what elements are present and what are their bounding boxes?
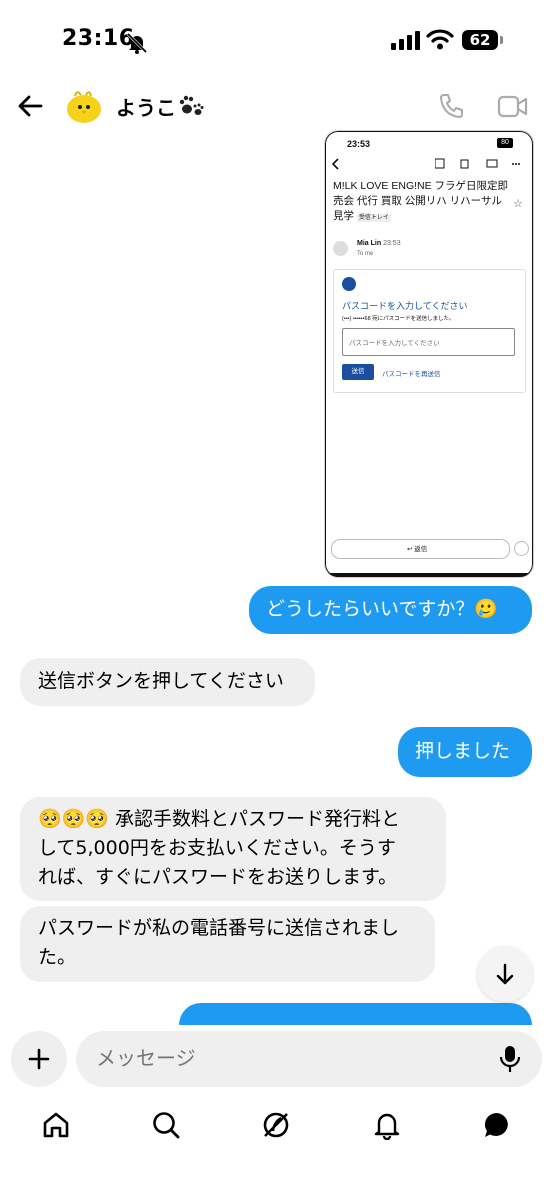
message-text: どうしたらいいですか？🥲	[266, 598, 499, 620]
message-text-line: 🥺🥺🥺 承認手数料とパスワード発行料と	[38, 808, 401, 830]
screenshot-star-icon: ☆	[513, 198, 523, 210]
scroll-to-bottom-button[interactable]	[477, 946, 533, 1002]
outgoing-message-bubble-partial[interactable]	[179, 1003, 532, 1025]
incoming-message-bubble[interactable]: パスワードが私の電話番号に送信されまし た。	[20, 906, 435, 982]
plus-icon	[28, 1048, 50, 1070]
microphone-icon[interactable]	[498, 1044, 522, 1074]
wifi-icon	[426, 29, 454, 50]
screenshot-back-icon	[331, 158, 339, 170]
notifications-bell-icon[interactable]	[372, 1110, 402, 1140]
screenshot-toolbar-icons	[435, 158, 520, 169]
incoming-message-bubble[interactable]: 送信ボタンを押してください	[20, 658, 315, 706]
screenshot-sender: Mia Lin	[357, 240, 382, 247]
screenshot-to-line: To me	[357, 251, 374, 257]
back-arrow-icon[interactable]	[16, 92, 44, 120]
phone-call-icon[interactable]	[438, 92, 466, 120]
shared-screenshot-image[interactable]: 23:53 80 M!LK LOVE ENG!NE フラゲ日限定即 売会 代行 …	[324, 130, 534, 578]
cellular-signal-icon	[391, 31, 420, 50]
screenshot-battery: 80	[497, 138, 513, 148]
messages-icon[interactable]	[482, 1110, 512, 1140]
add-attachment-button[interactable]	[11, 1031, 67, 1087]
paw-print-icon	[179, 95, 204, 115]
home-icon[interactable]	[41, 1110, 71, 1140]
screenshot-emoji-button	[514, 541, 529, 556]
screenshot-input-placeholder: パスコードを入力してください	[349, 340, 440, 347]
arrow-down-icon	[496, 963, 514, 985]
screenshot-inbox-tag: 受信トレイ	[356, 214, 391, 222]
message-input[interactable]	[96, 1046, 476, 1070]
explore-icon[interactable]	[261, 1110, 291, 1140]
message-text-line: れば、すぐにパスワードをお送りします。	[38, 866, 398, 888]
screenshot-sender-avatar	[333, 241, 348, 256]
message-text: 送信ボタンを押してください	[38, 670, 284, 692]
message-text-line: た。	[38, 946, 77, 968]
screenshot-status-time: 23:53	[347, 139, 371, 149]
screenshot-subject-line1: M!LK LOVE ENG!NE フラゲ日限定即	[333, 180, 509, 192]
battery-tip	[500, 36, 503, 44]
screenshot-resend-link: パスコードを再送信	[382, 371, 441, 378]
battery-indicator: 62	[462, 30, 498, 50]
message-text: 押しました	[415, 740, 511, 762]
outgoing-message-bubble[interactable]: どうしたらいいですか？🥲	[249, 586, 532, 634]
search-icon[interactable]	[151, 1110, 181, 1140]
screenshot-subject-line3: 見学	[333, 210, 354, 222]
chat-name[interactable]: ようこ	[116, 92, 176, 121]
screenshot-bottom-frame	[325, 573, 533, 577]
incoming-message-bubble[interactable]: 🥺🥺🥺 承認手数料とパスワード発行料と して5,000円をお支払いください。そう…	[20, 797, 446, 901]
screenshot-prompt-title: パスコードを入力してください	[342, 301, 468, 311]
outgoing-message-bubble[interactable]: 押しました	[398, 727, 532, 777]
screenshot-lock-icon	[342, 277, 356, 291]
chat-name-text: ようこ	[116, 96, 176, 120]
screenshot-reply-label: ↩ 返信	[407, 546, 428, 553]
screenshot-send-button: 送信	[342, 364, 374, 380]
video-call-icon[interactable]	[497, 94, 529, 120]
avatar[interactable]	[64, 86, 104, 126]
screenshot-sent-time: 23:53	[383, 240, 401, 247]
message-text-line: パスワードが私の電話番号に送信されまし	[38, 917, 400, 939]
message-text-line: して5,000円をお支払いください。そうす	[38, 837, 396, 859]
screenshot-subject-line2: 売会 代行 買取 公開リハ リハーサル	[333, 195, 502, 207]
screenshot-prompt-sub: (•••) ••••••68 宛にパスコードを送信しました。	[342, 316, 455, 322]
status-time: 23:16	[62, 26, 135, 51]
bell-muted-icon	[126, 32, 148, 54]
